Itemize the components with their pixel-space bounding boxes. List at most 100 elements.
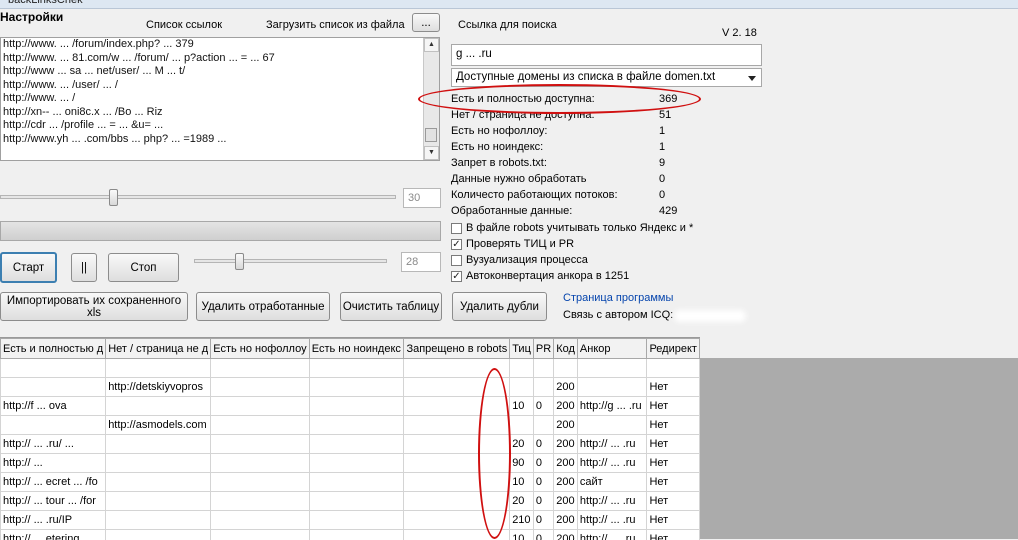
column-header[interactable]: Анкор bbox=[577, 339, 647, 359]
column-header[interactable]: Тиц bbox=[510, 339, 534, 359]
option-checkbox[interactable]: ✓Автоконвертация анкора в 1251 bbox=[451, 270, 629, 282]
table-cell bbox=[211, 492, 310, 511]
table-cell bbox=[1, 416, 106, 435]
contact-icq-label: Связь с автором ICQ: bbox=[563, 309, 673, 321]
start-button[interactable]: Старт bbox=[0, 252, 57, 283]
table-row[interactable]: http:// ... etering100200http:// ... .ru… bbox=[1, 530, 700, 540]
search-link-input[interactable]: g ... .ru bbox=[451, 44, 762, 66]
table-cell: 200 bbox=[554, 416, 578, 435]
table-cell bbox=[309, 378, 404, 397]
browse-file-button[interactable]: ... bbox=[412, 13, 440, 32]
scroll-thumb[interactable] bbox=[425, 128, 437, 142]
table-cell: 0 bbox=[533, 473, 553, 492]
delete-duplicates-button[interactable]: Удалить дубли bbox=[452, 292, 547, 321]
option-label: В файле robots учитывать только Яндекс и… bbox=[466, 222, 693, 234]
table-cell bbox=[510, 416, 534, 435]
table-cell: 0 bbox=[533, 435, 553, 454]
table-row[interactable]: http:// ... .ru/ ...200200http:// ... .r… bbox=[1, 435, 700, 454]
threads-slider-thumb[interactable] bbox=[109, 189, 118, 206]
stat-label: Данные нужно обработать bbox=[451, 173, 587, 185]
table-cell: 200 bbox=[554, 473, 578, 492]
links-textarea[interactable]: http://www. ... /forum/index.php? ... 37… bbox=[0, 37, 440, 161]
table-cell: 0 bbox=[533, 454, 553, 473]
column-header[interactable]: Запрещено в robots bbox=[404, 339, 510, 359]
scroll-up-icon[interactable]: ▲ bbox=[424, 38, 439, 52]
option-checkbox[interactable]: В файле robots учитывать только Яндекс и… bbox=[451, 222, 693, 234]
pause-button[interactable]: || bbox=[71, 253, 97, 282]
stat-label: Обработанные данные: bbox=[451, 205, 572, 217]
table-cell: http:// ... .ru bbox=[577, 492, 647, 511]
table-row[interactable]: http:// ... 900200http:// ... .ruНет bbox=[1, 454, 700, 473]
checkbox-icon[interactable] bbox=[451, 255, 462, 266]
column-header[interactable]: Есть и полностью д bbox=[1, 339, 106, 359]
table-cell: Нет bbox=[647, 435, 700, 454]
table-cell: http:// ... .ru bbox=[577, 454, 647, 473]
table-cell bbox=[309, 416, 404, 435]
table-cell: 0 bbox=[533, 492, 553, 511]
table-cell bbox=[211, 530, 310, 540]
table-cell: http://asmodels.com bbox=[106, 416, 211, 435]
table-cell bbox=[211, 359, 310, 378]
table-row[interactable]: http:// ... ecret ... /fo100200сайтНет bbox=[1, 473, 700, 492]
option-checkbox[interactable]: Вузуализация процесса bbox=[451, 254, 588, 266]
checkbox-icon[interactable]: ✓ bbox=[451, 271, 462, 282]
table-cell bbox=[1, 359, 106, 378]
table-cell bbox=[577, 378, 647, 397]
column-header[interactable]: Код bbox=[554, 339, 578, 359]
results-table-container[interactable]: Есть и полностью дНет / страница не дЕст… bbox=[0, 337, 700, 540]
table-cell: http:// ... bbox=[1, 454, 106, 473]
table-cell bbox=[309, 473, 404, 492]
table-row[interactable] bbox=[1, 359, 700, 378]
table-cell bbox=[554, 359, 578, 378]
scroll-down-icon[interactable]: ▼ bbox=[424, 146, 439, 160]
stat-value: 429 bbox=[659, 205, 677, 217]
table-cell: http:// ... etering bbox=[1, 530, 106, 540]
table-cell bbox=[106, 397, 211, 416]
table-row[interactable]: http:// ... tour ... /for200200http:// .… bbox=[1, 492, 700, 511]
table-cell: Нет bbox=[647, 454, 700, 473]
threads-slider-track[interactable] bbox=[0, 195, 396, 199]
import-xls-button[interactable]: Импортировать их сохраненного xls bbox=[0, 292, 188, 321]
table-cell bbox=[577, 359, 647, 378]
column-header[interactable]: Есть но нофоллоу bbox=[211, 339, 310, 359]
table-cell: http:// ... ecret ... /fo bbox=[1, 473, 106, 492]
table-cell: Нет bbox=[647, 473, 700, 492]
table-cell: Нет bbox=[647, 397, 700, 416]
chevron-down-icon bbox=[748, 76, 756, 81]
link-line: http://www. ... / bbox=[1, 92, 439, 106]
table-row[interactable]: http:// ... .ru/IP2100200http:// ... .ru… bbox=[1, 511, 700, 530]
column-header[interactable]: Нет / страница не д bbox=[106, 339, 211, 359]
table-row[interactable]: http://f ... ova100200http://g ... .ruНе… bbox=[1, 397, 700, 416]
column-header[interactable]: Есть но ноиндекс bbox=[309, 339, 404, 359]
column-header[interactable]: PR bbox=[533, 339, 553, 359]
link-line: http://cdr ... /profile ... = ... &u= ..… bbox=[1, 119, 439, 133]
results-table: Есть и полностью дНет / страница не дЕст… bbox=[0, 338, 700, 540]
settings-title: Настройки bbox=[0, 10, 63, 24]
table-cell: http:// ... .ru bbox=[577, 435, 647, 454]
table-cell bbox=[510, 359, 534, 378]
table-cell bbox=[533, 378, 553, 397]
timeout-slider-track[interactable] bbox=[194, 259, 387, 263]
table-cell bbox=[309, 359, 404, 378]
stat-label: Есть но ноиндекс: bbox=[451, 141, 543, 153]
version-label: V 2. 18 bbox=[722, 27, 757, 39]
stat-value: 1 bbox=[659, 125, 665, 137]
stat-label: Запрет в robots.txt: bbox=[451, 157, 547, 169]
column-header[interactable]: Редирект bbox=[647, 339, 700, 359]
checkbox-icon[interactable]: ✓ bbox=[451, 239, 462, 250]
annotation-oval-tic bbox=[478, 368, 511, 539]
checkbox-icon[interactable] bbox=[451, 223, 462, 234]
table-row[interactable]: http://detskiyvopros200Нет bbox=[1, 378, 700, 397]
stop-button[interactable]: Стоп bbox=[108, 253, 179, 282]
timeout-value-box: 28 bbox=[401, 252, 441, 272]
delete-processed-button[interactable]: Удалить отработанные bbox=[196, 292, 330, 321]
program-page-link[interactable]: Страница программы bbox=[563, 292, 673, 304]
table-cell bbox=[106, 454, 211, 473]
table-row[interactable]: http://asmodels.com200Нет bbox=[1, 416, 700, 435]
option-checkbox[interactable]: ✓Проверять ТИЦ и PR bbox=[451, 238, 574, 250]
table-cell: 90 bbox=[510, 454, 534, 473]
table-cell: 10 bbox=[510, 530, 534, 540]
clear-table-button[interactable]: Очистить таблицу bbox=[340, 292, 442, 321]
timeout-slider-thumb[interactable] bbox=[235, 253, 244, 270]
stat-value: 9 bbox=[659, 157, 665, 169]
